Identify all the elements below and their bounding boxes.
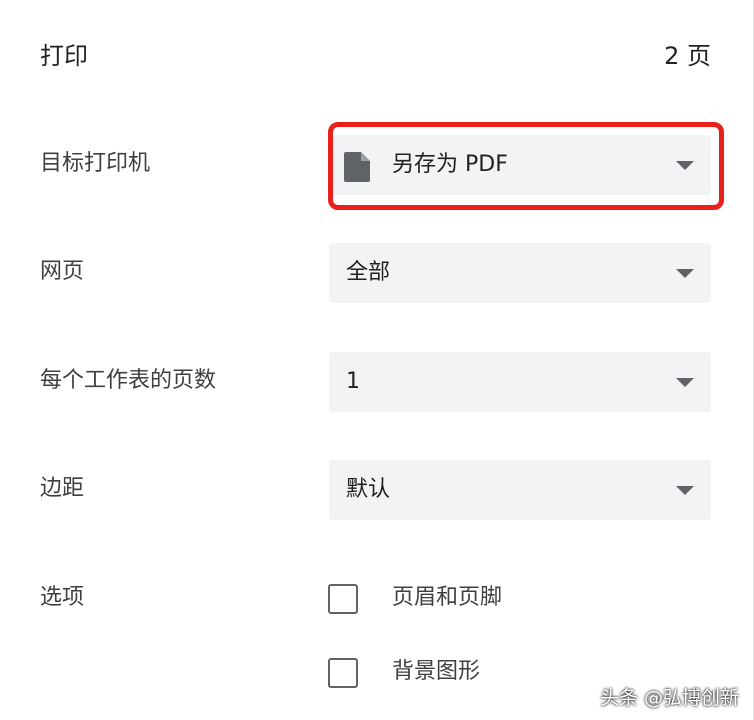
header-footer-option[interactable]: 页眉和页脚 xyxy=(328,584,628,618)
destination-label: 目标打印机 xyxy=(40,151,151,176)
pages-per-sheet-select[interactable]: 1 xyxy=(329,352,711,412)
background-graphics-checkbox[interactable] xyxy=(328,658,358,688)
margins-value: 默认 xyxy=(346,477,391,502)
header-footer-checkbox[interactable] xyxy=(328,584,358,614)
pages-per-sheet-value: 1 xyxy=(346,369,360,394)
page-count: 2 页 xyxy=(664,42,711,70)
margins-select[interactable]: 默认 xyxy=(329,460,711,520)
watermark: 头条 @弘博创新 xyxy=(599,687,739,709)
pages-select[interactable]: 全部 xyxy=(329,243,711,303)
document-icon xyxy=(344,152,370,182)
pages-value: 全部 xyxy=(346,260,391,285)
background-graphics-option[interactable]: 背景图形 xyxy=(328,658,628,692)
chevron-down-icon xyxy=(676,378,694,387)
chevron-down-icon xyxy=(676,486,694,495)
chevron-down-icon xyxy=(676,161,694,170)
chevron-down-icon xyxy=(676,269,694,278)
pages-label: 网页 xyxy=(40,259,85,284)
header-footer-label: 页眉和页脚 xyxy=(392,585,503,610)
print-title: 打印 xyxy=(40,42,88,70)
options-label: 选项 xyxy=(40,585,85,610)
print-settings-panel: 打印 2 页 目标打印机 另存为 PDF 网页 全部 每个工作表的页数 1 边距… xyxy=(0,0,754,720)
destination-value: 另存为 PDF xyxy=(392,152,508,177)
pages-per-sheet-label: 每个工作表的页数 xyxy=(40,368,217,393)
destination-select[interactable]: 另存为 PDF xyxy=(329,135,711,195)
margins-label: 边距 xyxy=(40,476,85,501)
background-graphics-label: 背景图形 xyxy=(392,659,481,684)
